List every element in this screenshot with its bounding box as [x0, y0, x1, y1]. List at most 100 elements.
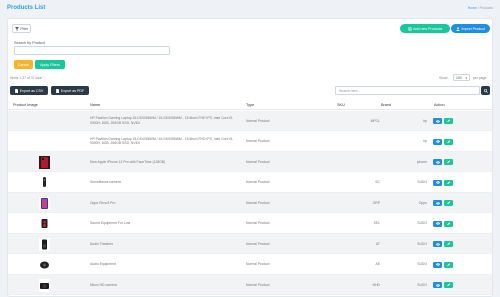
product-sku: AE: [375, 262, 380, 266]
search-by-product-label: Search by Product: [14, 41, 46, 45]
column-header-name[interactable]: Name: [90, 103, 100, 107]
eye-icon: [435, 201, 440, 205]
edit-button[interactable]: [444, 282, 453, 288]
product-type: Normal Product: [246, 200, 270, 205]
table-row[interactable]: Audio Equipment Normal Product AE SUDO: [8, 255, 492, 275]
edit-button[interactable]: [444, 220, 453, 227]
edit-icon: [447, 119, 451, 123]
edit-button[interactable]: [444, 179, 453, 186]
product-sku: AT: [375, 241, 380, 246]
product-brand: SUDO: [417, 262, 427, 266]
table-row[interactable]: Audio Theaters Normal Product AT SUDO: [8, 234, 492, 254]
per-page-select[interactable]: 100 ▾: [453, 74, 470, 81]
items-count: Items 1-37 of 37 total: [10, 76, 42, 80]
table-search-button[interactable]: [481, 86, 490, 95]
product-image: [39, 258, 50, 271]
column-header-type[interactable]: Type: [246, 103, 254, 107]
product-brand: hp: [423, 118, 427, 123]
product-image: [39, 237, 50, 251]
plus-circle-icon: [407, 26, 412, 31]
eye-icon: [435, 181, 440, 184]
per-page-value: 100: [456, 75, 462, 80]
edit-button[interactable]: [444, 200, 453, 206]
product-sku: NHD: [372, 282, 380, 287]
apply-filters-button[interactable]: Apply Filters: [35, 60, 65, 69]
export-csv-button[interactable]: Export as CSV: [10, 86, 48, 95]
eye-icon: [435, 222, 440, 225]
edit-icon: [447, 201, 451, 205]
edit-button[interactable]: [444, 138, 453, 145]
edit-icon: [447, 283, 451, 287]
product-name: Sound Equipment For Low: [90, 221, 131, 225]
table-row[interactable]: HP Pavilion Gaming Laptop 15-DK0056WM / …: [8, 111, 492, 131]
product-brand: hp: [423, 139, 427, 143]
product-name: HP Pavilion Gaming Laptop 15-DK0056WM / …: [90, 116, 234, 125]
filter-icon: [14, 26, 19, 31]
breadcrumb-current: Products: [479, 6, 493, 10]
column-header-action: Action: [434, 103, 445, 107]
user-icon: [456, 26, 460, 31]
product-image: [39, 176, 50, 189]
products-card: Filter Add new Products Import Product S…: [7, 18, 493, 297]
view-button[interactable]: [433, 282, 442, 288]
table-row[interactable]: Surveillance camera Normal Product SC SUDO: [8, 173, 492, 193]
product-brand: SUDO: [417, 241, 427, 246]
import-product-button[interactable]: Import Product: [451, 24, 490, 33]
page-header: Products List Home / Products: [0, 0, 500, 14]
product-image: [39, 217, 50, 230]
edit-icon: [447, 160, 451, 164]
eye-icon: [435, 283, 440, 287]
edit-button[interactable]: [444, 118, 453, 124]
product-brand: Oppo: [418, 200, 427, 205]
eye-icon: [435, 140, 440, 143]
table-row[interactable]: HP Pavilion Gaming Laptop 15-DK0056WM / …: [8, 132, 492, 152]
filter-button[interactable]: Filter: [12, 24, 31, 33]
column-header-brand[interactable]: Brand: [381, 103, 391, 107]
product-brand: SUDO: [417, 282, 427, 287]
view-button[interactable]: [433, 138, 442, 145]
product-name: New Apple iPhone 12 Pro with FaceTime (1…: [90, 159, 166, 164]
edit-button[interactable]: [444, 261, 453, 268]
edit-icon: [447, 181, 451, 185]
product-image-placeholder: [39, 135, 50, 148]
view-button[interactable]: [433, 241, 442, 247]
eye-icon: [435, 242, 440, 246]
view-button[interactable]: [433, 118, 442, 124]
edit-button[interactable]: [444, 241, 453, 247]
edit-icon: [447, 222, 451, 226]
column-header-sku[interactable]: SKU: [337, 103, 345, 107]
table-row[interactable]: Nikon HD camera Normal Product NHD SUDO: [8, 275, 492, 295]
add-product-button[interactable]: Add new Products: [400, 24, 450, 33]
search-icon: [483, 88, 488, 93]
table-search-input[interactable]: Search here...: [335, 86, 480, 95]
per-page-label: per page: [473, 76, 487, 80]
view-button[interactable]: [433, 220, 442, 227]
table-row[interactable]: Oppo Reno3 Pro Normal Product ORP Oppo: [8, 193, 492, 213]
table-header-divider: [8, 109, 492, 110]
file-icon: [14, 88, 19, 93]
product-image: [39, 155, 50, 169]
product-type: Normal Product: [246, 282, 270, 287]
cancel-button[interactable]: Cancel: [14, 60, 33, 69]
product-name: Surveillance camera: [90, 180, 121, 184]
view-button[interactable]: [433, 261, 442, 268]
eye-icon: [435, 119, 440, 123]
page-title: Products List: [7, 5, 46, 11]
product-type: Normal Product: [246, 262, 270, 266]
product-name: Oppo Reno3 Pro: [90, 200, 116, 205]
export-pdf-button[interactable]: Export as PDF: [51, 86, 89, 95]
breadcrumb-home[interactable]: Home: [468, 6, 477, 10]
product-sku: ORP: [372, 200, 380, 205]
edit-button[interactable]: [444, 159, 453, 165]
view-button[interactable]: [433, 159, 442, 165]
add-product-label: Add new Products: [413, 26, 443, 31]
view-button[interactable]: [433, 200, 442, 206]
table-row[interactable]: Sound Equipment For Low Normal Product SEL…: [8, 214, 492, 234]
search-by-product-input[interactable]: [14, 46, 170, 55]
product-image: [39, 196, 50, 210]
chevron-down-icon: ▾: [465, 76, 467, 80]
product-type: Normal Product: [246, 139, 270, 143]
table-row[interactable]: New Apple iPhone 12 Pro with FaceTime (1…: [8, 152, 492, 172]
product-brand: SUDO: [417, 221, 427, 225]
view-button[interactable]: [433, 179, 442, 186]
